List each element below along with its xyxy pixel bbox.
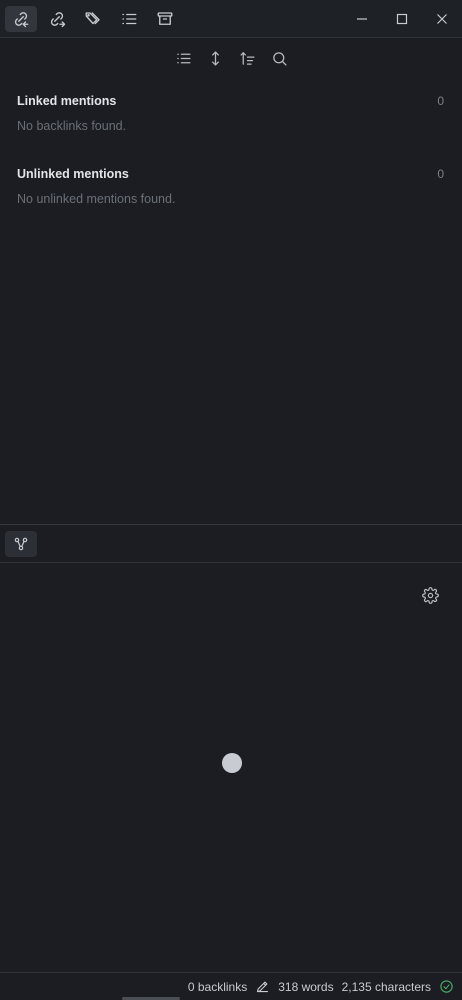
minimize-button[interactable]: [342, 0, 382, 38]
minimize-icon: [357, 18, 367, 20]
sort-icon: [239, 51, 255, 65]
maximize-button[interactable]: [382, 0, 422, 38]
graph-icon: [14, 537, 28, 550]
close-icon: [437, 14, 447, 24]
sidebar-tab-strip: [0, 5, 181, 32]
search-icon: [272, 51, 287, 66]
backlinks-icon: [14, 11, 29, 27]
outgoing-links-icon: [50, 11, 66, 27]
pencil-icon: [257, 981, 269, 993]
sort-button[interactable]: [236, 47, 258, 69]
backlinks-toolbar: [0, 38, 462, 78]
unlinked-mentions-empty: No unlinked mentions found.: [17, 192, 176, 206]
sync-check-icon: [440, 980, 453, 993]
close-button[interactable]: [422, 0, 462, 38]
status-character-count: 2,135 characters: [341, 979, 431, 994]
archive-icon: [157, 11, 173, 25]
unlinked-mentions-count: 0: [437, 167, 444, 181]
window-controls: [342, 0, 462, 38]
linked-mentions-title: Linked mentions: [17, 94, 117, 108]
unlinked-mentions-title: Unlinked mentions: [17, 167, 129, 181]
collapse-results-button[interactable]: [172, 47, 194, 69]
tab-backlinks[interactable]: [5, 5, 37, 32]
edit-mode-button[interactable]: [255, 979, 270, 994]
graph-node-current-note[interactable]: [222, 753, 242, 773]
unlinked-mentions-header[interactable]: Unlinked mentions 0: [0, 164, 462, 184]
sync-status-button[interactable]: [439, 979, 454, 994]
linked-mentions-empty: No backlinks found.: [17, 119, 127, 133]
show-more-context-icon: [211, 50, 219, 66]
search-button[interactable]: [268, 47, 290, 69]
tab-local-graph[interactable]: [5, 530, 37, 557]
app-window: Linked mentions 0 No backlinks found. Un…: [0, 0, 462, 1000]
tab-tags[interactable]: [77, 6, 109, 32]
graph-tab-strip: [0, 525, 462, 563]
linked-mentions-count: 0: [437, 94, 444, 108]
title-bar: [0, 0, 462, 38]
maximize-icon: [396, 13, 408, 25]
status-backlinks[interactable]: 0 backlinks: [188, 980, 247, 994]
tab-outline[interactable]: [113, 6, 145, 32]
graph-settings-button[interactable]: [420, 585, 440, 605]
status-word-count: 318 words: [278, 979, 334, 994]
collapse-results-icon: [176, 53, 191, 63]
tab-archive[interactable]: [149, 6, 181, 32]
outline-icon: [122, 13, 137, 24]
linked-mentions-header[interactable]: Linked mentions 0: [0, 91, 462, 111]
show-more-context-button[interactable]: [204, 47, 226, 69]
gear-icon: [421, 586, 439, 604]
unlinked-mentions-section: Unlinked mentions 0 No unlinked mentions…: [0, 164, 462, 206]
status-bar: 0 backlinks 318 words 2,135 characters: [0, 972, 462, 1000]
tags-icon: [85, 11, 100, 24]
linked-mentions-section: Linked mentions 0 No backlinks found.: [0, 91, 462, 133]
tab-outgoing-links[interactable]: [41, 6, 73, 32]
